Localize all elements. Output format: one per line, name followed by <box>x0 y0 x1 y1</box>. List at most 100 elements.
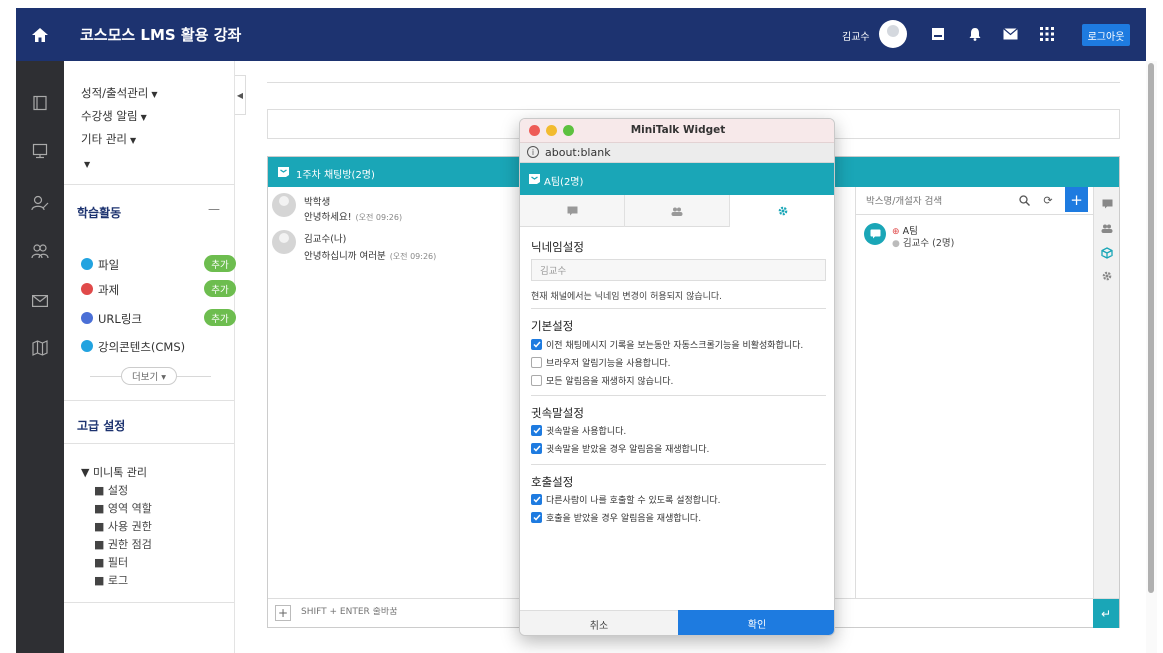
checkbox-unchecked[interactable] <box>531 374 542 386</box>
tree-item-permissions[interactable]: ■ 사용 권한 <box>94 518 152 534</box>
menu-etc[interactable]: 기타 관리 ▼ <box>81 131 136 147</box>
confirm-button[interactable]: 확인 <box>678 610 834 635</box>
whisper-section-title: 귓속말설정 <box>531 406 584 420</box>
message-text: 안녕하십니까 여러분 (오전 09:26) <box>304 248 436 262</box>
scroll-thumb[interactable] <box>1148 63 1154 593</box>
cancel-button[interactable]: 취소 <box>520 610 678 635</box>
chat-bubble-icon[interactable] <box>864 223 886 245</box>
book-icon[interactable] <box>28 91 52 115</box>
message-sender[interactable]: 김교수(나) <box>304 231 346 245</box>
add-badge[interactable]: 추가 <box>204 255 236 272</box>
activity-file[interactable]: 파일 추가 <box>81 255 236 273</box>
message-input[interactable] <box>301 607 481 617</box>
message-sender[interactable]: 박학생 <box>304 194 330 208</box>
users-icon[interactable] <box>28 239 52 263</box>
search-icon[interactable] <box>1014 190 1034 210</box>
divider <box>64 602 234 603</box>
logout-button[interactable]: 로그아웃 <box>1082 24 1130 46</box>
add-button[interactable]: + <box>1065 187 1088 212</box>
collapse-toggle[interactable]: — <box>208 202 220 216</box>
tool-strip <box>1093 187 1119 598</box>
nickname-input[interactable] <box>531 259 826 281</box>
notes-icon[interactable] <box>927 23 949 45</box>
caret-down-icon: ▼ <box>84 160 91 169</box>
more-button[interactable]: 더보기 ▾ <box>121 367 177 385</box>
tree-item-log[interactable]: ■ 로그 <box>94 572 128 588</box>
tab-users[interactable] <box>625 195 730 227</box>
gear-icon[interactable] <box>1100 269 1114 283</box>
tab-settings[interactable] <box>730 195 834 227</box>
app-window: 코스모스 LMS 활용 강좌 김교수 로그아웃 성적/출석관리 ▼ 수강생 알림… <box>0 0 1163 653</box>
option-mute-all[interactable]: 모든 알림음을 재생하지 않습니다. <box>531 373 673 387</box>
checkbox-checked[interactable] <box>531 338 542 350</box>
tree-item-roles[interactable]: ■ 영역 역할 <box>94 500 152 516</box>
refresh-icon[interactable]: ⟳ <box>1038 190 1058 210</box>
send-button[interactable]: ↵ <box>1093 599 1119 628</box>
option-browser-notify[interactable]: 브라우저 알림기능을 사용합니다. <box>531 355 671 369</box>
chat-logo-icon <box>278 167 289 177</box>
checkbox-checked[interactable] <box>531 511 542 523</box>
url-bar[interactable]: i about:blank <box>520 143 834 163</box>
user-avatar[interactable] <box>879 20 907 48</box>
checkbox-checked[interactable] <box>531 493 542 505</box>
menu-notify[interactable]: 수강생 알림 ▼ <box>81 108 147 124</box>
option-call-sound[interactable]: 호출을 받았을 경우 알림음을 재생합니다. <box>531 510 701 524</box>
activity-cms[interactable]: 강의콘텐츠(CMS) <box>81 337 221 355</box>
option-call-allow[interactable]: 다른사람이 나를 호출할 수 있도록 설정합니다. <box>531 492 721 506</box>
home-button[interactable] <box>16 8 64 61</box>
activity-assignment[interactable]: 과제 추가 <box>81 280 236 298</box>
option-label: 귓속말을 받았을 경우 알림음을 재생합니다. <box>546 444 710 455</box>
tab-chat[interactable] <box>520 195 625 227</box>
attach-button[interactable]: + <box>275 605 291 621</box>
site-title[interactable]: 코스모스 LMS 활용 강좌 <box>80 24 241 45</box>
tree-item-settings[interactable]: ■ 설정 <box>94 482 128 498</box>
chat-logo-icon <box>529 174 540 184</box>
add-badge[interactable]: 추가 <box>204 309 236 326</box>
activity-url[interactable]: URL링크 추가 <box>81 309 236 327</box>
menu-grades[interactable]: 성적/출석관리 ▼ <box>81 85 158 101</box>
page-scrollbar[interactable] <box>1146 61 1157 653</box>
bell-icon[interactable] <box>964 23 986 45</box>
checkbox-checked[interactable] <box>531 442 542 454</box>
info-icon[interactable]: i <box>527 146 539 158</box>
menu-more-caret[interactable]: ▼ <box>81 156 90 170</box>
widget-tabs <box>520 195 834 227</box>
tree-item-permission-check[interactable]: ■ 권한 점검 <box>94 536 152 552</box>
message-body: 안녕하세요! <box>304 212 352 223</box>
sidebar-toggle-button[interactable]: ◀ <box>235 75 246 115</box>
chat-icon[interactable] <box>1100 197 1114 211</box>
users-icon <box>671 207 683 216</box>
checkbox-unchecked[interactable] <box>531 356 542 368</box>
box-icon[interactable] <box>1100 246 1114 260</box>
divider <box>267 82 1120 83</box>
avatar[interactable] <box>272 230 296 254</box>
option-whisper-sound[interactable]: 귓속말을 받았을 경우 알림음을 재생합니다. <box>531 441 709 455</box>
chevron-left-icon: ◀ <box>236 90 244 100</box>
message-time: (오전 09:26) <box>355 213 403 222</box>
option-whisper-enable[interactable]: 귓속말을 사용합니다. <box>531 423 626 437</box>
avatar[interactable] <box>272 193 296 217</box>
map-icon[interactable] <box>28 336 52 360</box>
users-icon[interactable] <box>1100 221 1114 235</box>
apps-grid-icon[interactable] <box>1036 23 1058 45</box>
search-input[interactable] <box>866 196 1006 207</box>
divider <box>531 308 826 309</box>
user-icon[interactable] <box>28 191 52 215</box>
course-sidebar: 성적/출석관리 ▼ 수강생 알림 ▼ 기타 관리 ▼ ▼ 학습활동 — 파일 추가 과… <box>64 61 236 653</box>
message-text: 안녕하세요! (오전 09:26) <box>304 209 402 223</box>
mail-icon[interactable] <box>999 23 1021 45</box>
window-titlebar[interactable]: MiniTalk Widget <box>520 119 834 143</box>
message-time: (오전 09:26) <box>389 252 437 261</box>
tree-item-filter[interactable]: ■ 필터 <box>94 554 128 570</box>
board-icon[interactable] <box>28 139 52 163</box>
option-autoscroll[interactable]: 이전 채팅메시지 기록을 보는동안 자동스크롤기능을 비활성화합니다. <box>531 337 803 351</box>
add-badge[interactable]: 추가 <box>204 280 236 297</box>
checkbox-checked[interactable] <box>531 424 542 436</box>
user-name[interactable]: 김교수 <box>842 28 870 43</box>
activity-section-title: 학습활동 <box>77 206 122 220</box>
divider <box>531 464 826 465</box>
mail-icon[interactable] <box>28 289 52 313</box>
option-label: 이전 채팅메시지 기록을 보는동안 자동스크롤기능을 비활성화합니다. <box>546 340 804 351</box>
check-icon <box>532 427 541 434</box>
tree-root-minitalk[interactable]: ▼ 미니톡 관리 <box>81 464 147 480</box>
